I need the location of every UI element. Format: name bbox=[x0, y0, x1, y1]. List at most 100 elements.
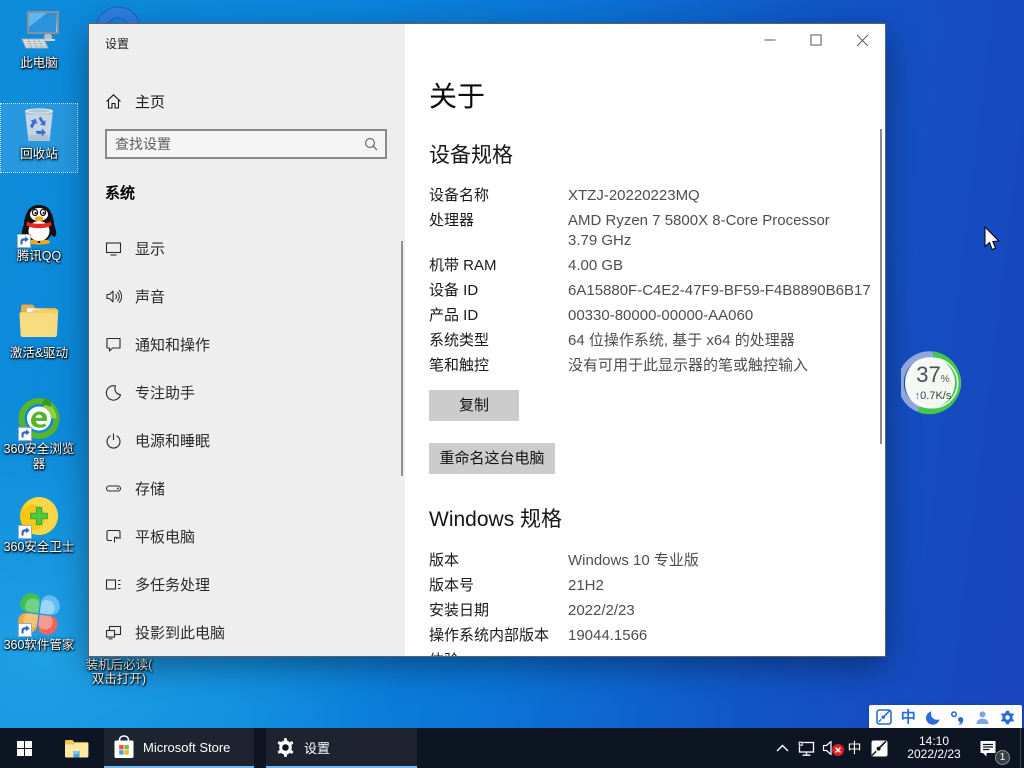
sidebar-item-storage[interactable]: 存储 bbox=[89, 464, 405, 512]
spec-value: 没有可用于此显示器的笔或触控输入 bbox=[568, 356, 859, 376]
desktop-icon-360-safe[interactable]: 360安全卫士 bbox=[1, 495, 77, 591]
spec-value: 6A15880F-C4E2-47F9-BF59-F4B8890B6B17 bbox=[568, 281, 871, 301]
chinese-mode-icon[interactable]: 中 bbox=[900, 709, 917, 726]
sidebar-item-label: 电源和睡眠 bbox=[135, 430, 210, 451]
shortcut-arrow-icon bbox=[18, 623, 32, 637]
sidebar-item-label: 存储 bbox=[135, 478, 165, 499]
spec-value: AMD Ryzen 7 5800X 8-Core Processor3.79 G… bbox=[568, 211, 859, 251]
folder-icon bbox=[17, 299, 61, 343]
tray-expand-chevron-icon[interactable] bbox=[770, 744, 794, 752]
desktop-icon-this-pc[interactable]: 此电脑 bbox=[1, 9, 77, 105]
punctuation-icon[interactable] bbox=[949, 709, 966, 726]
taskbar-settings[interactable]: 设置 bbox=[266, 728, 417, 768]
ime-toolbar: 中 bbox=[869, 705, 1022, 729]
360-browser-icon bbox=[18, 397, 60, 439]
copy-button[interactable]: 复制 bbox=[429, 390, 519, 421]
desktop-label-this-pc: 此电脑 bbox=[1, 56, 77, 71]
rename-this-pc-button[interactable]: 重命名这台电脑 bbox=[429, 443, 555, 474]
shortcut-arrow-icon bbox=[17, 234, 31, 248]
storage-icon bbox=[105, 480, 122, 497]
sidebar-item-focus-assist[interactable]: 专注助手 bbox=[89, 368, 405, 416]
settings-main-panel: 关于 设备规格 设备名称 XTZJ-20220223MQ 处理器 AMD Ryz… bbox=[405, 24, 885, 656]
sidebar-item-power-sleep[interactable]: 电源和睡眠 bbox=[89, 416, 405, 464]
desktop-label-360-software-manager: 360软件管家 bbox=[1, 638, 77, 653]
spec-row: 产品 ID 00330-80000-00000-AA060 bbox=[429, 306, 859, 326]
device-spec-heading: 设备规格 bbox=[429, 142, 859, 169]
sidebar-section-system: 系统 bbox=[105, 182, 135, 203]
spec-label: 处理器 bbox=[429, 211, 568, 251]
sidebar-scrollbar[interactable] bbox=[401, 241, 403, 476]
sidebar-item-label: 通知和操作 bbox=[135, 334, 210, 355]
sidebar-item-label: 专注助手 bbox=[135, 382, 195, 403]
notification-icon bbox=[979, 740, 997, 757]
tray-clock[interactable]: 14:10 2022/2/23 bbox=[898, 735, 970, 762]
settings-sidebar: 设置 主页 查找设置 系统 显示 bbox=[89, 24, 405, 656]
sidebar-item-tablet[interactable]: 平板电脑 bbox=[89, 512, 405, 560]
windows-spec-heading: Windows 规格 bbox=[429, 506, 859, 533]
desktop-label-360-browser: 360安全浏览器 bbox=[1, 442, 77, 472]
user-icon[interactable] bbox=[974, 709, 991, 726]
desktop-icon-activation-drivers[interactable]: 激活&驱动 bbox=[1, 299, 77, 395]
spec-value: 00330-80000-00000-AA060 bbox=[568, 306, 859, 326]
start-button[interactable] bbox=[0, 728, 48, 768]
360-floating-ball[interactable]: 37% ↑0.7K/s bbox=[901, 351, 965, 415]
desktop-label-recycle-bin: 回收站 bbox=[1, 147, 77, 162]
spec-value: 21H2 bbox=[568, 576, 859, 596]
file-explorer-button[interactable] bbox=[48, 728, 104, 768]
desktop-icon-360-browser[interactable]: 360安全浏览器 bbox=[1, 397, 77, 493]
sidebar-item-notifications[interactable]: 通知和操作 bbox=[89, 320, 405, 368]
spec-value: 19044.1566 bbox=[568, 626, 859, 646]
settings-search-input[interactable]: 查找设置 bbox=[105, 129, 387, 159]
desktop-icon-tencent-qq[interactable]: 腾讯QQ bbox=[1, 202, 77, 298]
system-tray: 中 14:10 2022/2/23 1 bbox=[770, 728, 1024, 768]
focus-assist-icon bbox=[105, 384, 122, 401]
taskbar-microsoft-store[interactable]: Microsoft Store bbox=[104, 728, 254, 768]
sidebar-item-label: 平板电脑 bbox=[135, 526, 195, 547]
spec-row-partial: 体验 bbox=[429, 651, 859, 656]
desktop-label-activation-drivers: 激活&驱动 bbox=[1, 346, 77, 361]
sidebar-item-multitasking[interactable]: 多任务处理 bbox=[89, 560, 405, 608]
tray-ime-indicator[interactable]: 中 bbox=[843, 738, 866, 758]
desktop-label-tencent-qq: 腾讯QQ bbox=[1, 249, 77, 264]
multitasking-icon bbox=[105, 576, 122, 593]
notification-count-badge: 1 bbox=[995, 750, 1010, 765]
sidebar-item-home[interactable]: 主页 bbox=[97, 81, 397, 121]
main-scrollbar[interactable] bbox=[880, 129, 882, 444]
clock-time: 14:10 bbox=[898, 735, 970, 749]
taskbar-settings-label: 设置 bbox=[304, 738, 330, 757]
spec-value: XTZJ-20220223MQ bbox=[568, 186, 859, 206]
spec-row: 设备 ID 6A15880F-C4E2-47F9-BF59-F4B8890B6B… bbox=[429, 281, 859, 301]
window-title: 设置 bbox=[105, 35, 129, 52]
spec-label: 笔和触控 bbox=[429, 356, 568, 376]
spec-row: 操作系统内部版本 19044.1566 bbox=[429, 626, 859, 646]
tray-network-icon[interactable] bbox=[794, 739, 818, 758]
desktop-icon-360-software-manager[interactable]: 360软件管家 bbox=[1, 593, 77, 689]
spec-label: 机带 RAM bbox=[429, 256, 568, 276]
spec-label: 版本号 bbox=[429, 576, 568, 596]
spec-value: 2022/2/23 bbox=[568, 601, 859, 621]
sidebar-item-label: 多任务处理 bbox=[135, 574, 210, 595]
desktop-icon-recycle-bin[interactable]: 回收站 bbox=[1, 104, 77, 172]
ball-speed: ↑0.7K/s bbox=[901, 390, 965, 402]
sidebar-item-projecting[interactable]: 投影到此电脑 bbox=[89, 608, 405, 656]
device-spec-table: 设备名称 XTZJ-20220223MQ 处理器 AMD Ryzen 7 580… bbox=[429, 186, 859, 376]
night-mode-icon[interactable] bbox=[925, 709, 942, 726]
spec-row: 安装日期 2022/2/23 bbox=[429, 601, 859, 621]
desktop-label-readme[interactable]: 装机后必读(双击打开) bbox=[84, 658, 154, 686]
tray-volume-muted-icon[interactable] bbox=[818, 739, 843, 757]
show-desktop-button[interactable] bbox=[1020, 728, 1024, 768]
sidebar-item-display[interactable]: 显示 bbox=[89, 224, 405, 272]
sidebar-home-label: 主页 bbox=[135, 91, 165, 112]
handwriting-pad-icon[interactable] bbox=[875, 709, 892, 726]
ime-settings-icon[interactable] bbox=[999, 709, 1016, 726]
power-sleep-icon bbox=[105, 432, 122, 449]
tray-handwriting-icon[interactable] bbox=[866, 740, 892, 757]
action-center-button[interactable]: 1 bbox=[970, 733, 1006, 763]
sidebar-item-sound[interactable]: 声音 bbox=[89, 272, 405, 320]
projecting-icon bbox=[105, 624, 122, 641]
spec-row: 版本 Windows 10 专业版 bbox=[429, 551, 859, 571]
desktop-label-360-safe: 360安全卫士 bbox=[1, 540, 77, 555]
search-icon bbox=[364, 137, 378, 151]
tencent-qq-icon bbox=[17, 202, 61, 246]
notifications-icon bbox=[105, 336, 122, 353]
